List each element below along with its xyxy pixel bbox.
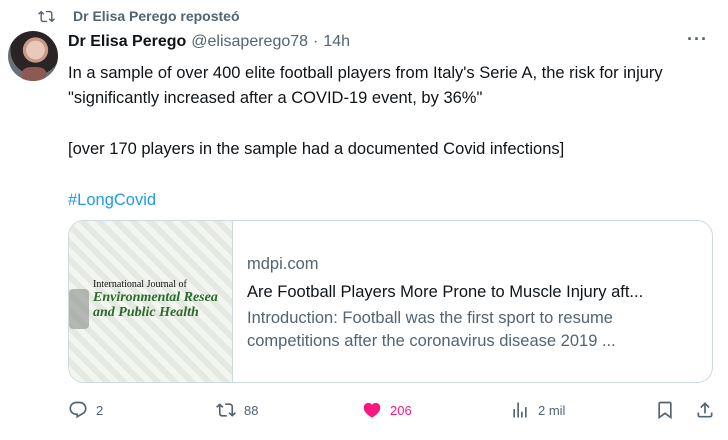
- tweet-text: In a sample of over 400 elite football p…: [68, 61, 708, 213]
- bookmark-button[interactable]: [655, 400, 683, 420]
- author-name[interactable]: Dr Elisa Perego: [68, 33, 186, 51]
- card-title: Are Football Players More Prone to Muscl…: [247, 283, 644, 301]
- link-card[interactable]: International Journal of Environmental R…: [68, 220, 713, 383]
- repost-icon: [38, 10, 55, 22]
- tweet-paragraph: [over 170 players in the sample had a do…: [68, 140, 565, 158]
- journal-logo-icon: [69, 289, 89, 329]
- views-button[interactable]: 2 mil: [510, 400, 565, 420]
- avatar[interactable]: [8, 31, 58, 81]
- repost-context[interactable]: Dr Elisa Perego reposteó: [38, 6, 240, 26]
- share-button[interactable]: [695, 400, 723, 420]
- views-count: 2 mil: [538, 402, 566, 418]
- action-bar: 2 88 206 2 mil: [68, 400, 728, 426]
- journal-title: International Journal of Environmental R…: [93, 279, 218, 320]
- card-thumbnail: International Journal of Environmental R…: [69, 221, 233, 382]
- like-icon: [363, 402, 381, 418]
- reply-button[interactable]: 2: [68, 400, 103, 420]
- repost-button[interactable]: 88: [216, 400, 258, 420]
- card-text: mdpi.com Are Football Players More Prone…: [233, 221, 712, 382]
- hashtag-link[interactable]: #LongCovid: [68, 191, 156, 209]
- reply-count: 2: [96, 402, 104, 418]
- more-icon[interactable]: ···: [687, 29, 708, 50]
- like-count: 206: [390, 402, 412, 418]
- share-icon: [697, 402, 713, 418]
- tweet-header: Dr Elisa Perego @elisaperego78 · 14h ···: [68, 29, 708, 53]
- author-handle[interactable]: @elisaperego78: [191, 33, 308, 51]
- tweet-paragraph: In a sample of over 400 elite football p…: [68, 64, 663, 107]
- card-description: Introduction: Football was the first spo…: [247, 309, 616, 350]
- card-domain: mdpi.com: [247, 255, 319, 273]
- repost-label: Dr Elisa Perego reposteó: [73, 8, 240, 24]
- bookmark-icon: [658, 401, 672, 420]
- repost-icon: [216, 403, 236, 417]
- views-icon: [513, 402, 527, 418]
- separator: ·: [313, 33, 319, 50]
- repost-count: 88: [244, 402, 259, 418]
- timestamp[interactable]: 14h: [323, 33, 350, 51]
- like-button[interactable]: 206: [362, 400, 412, 420]
- reply-icon: [69, 401, 87, 419]
